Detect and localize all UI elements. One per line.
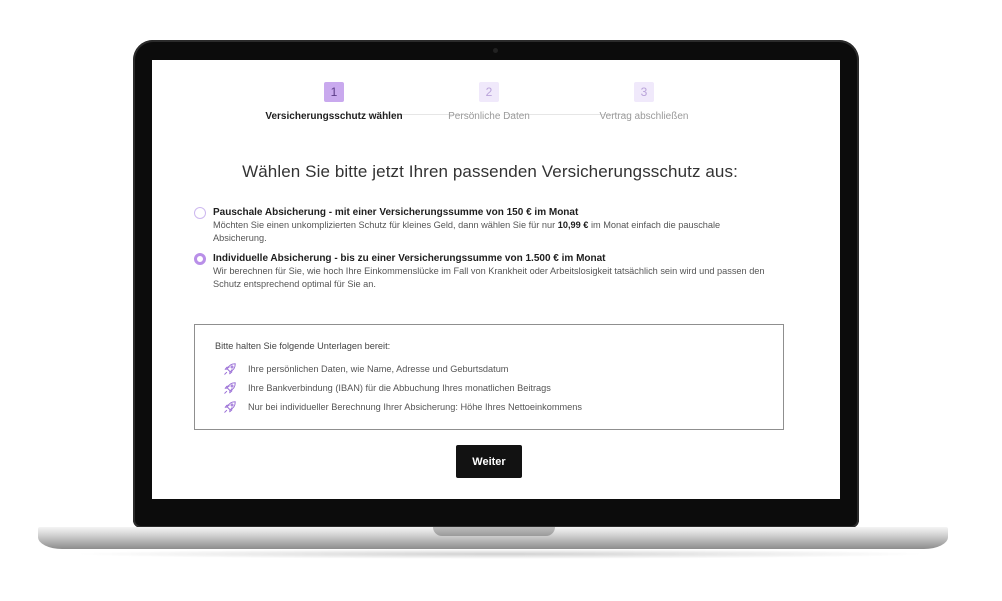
step-number: 3 (634, 82, 654, 102)
rocket-icon (224, 382, 236, 394)
webcam-icon (493, 48, 498, 53)
step-label: Vertrag abschließen (599, 111, 689, 122)
step-1: 1 Versicherungsschutz wählen (244, 82, 424, 122)
step-number: 2 (479, 82, 499, 102)
document-requirement: Ihre persönlichen Daten, wie Name, Adres… (248, 364, 509, 374)
price-highlight: 10,99 € (557, 220, 589, 230)
step-label: Versicherungsschutz wählen (265, 111, 403, 122)
documents-list: Ihre persönlichen Daten, wie Name, Adres… (223, 362, 582, 419)
list-item: Ihre Bankverbindung (IBAN) für die Abbuc… (223, 381, 582, 400)
list-item: Ihre persönlichen Daten, wie Name, Adres… (223, 362, 582, 381)
progress-stepper: 1 Versicherungsschutz wählen 2 Persönlic… (152, 82, 840, 132)
option-title: Individuelle Absicherung - bis zu einer … (213, 253, 606, 264)
step-label: Persönliche Daten (448, 111, 530, 122)
page-title: Wählen Sie bitte jetzt Ihren passenden V… (242, 162, 738, 181)
option-description: Möchten Sie einen unkomplizierten Schutz… (213, 220, 721, 243)
option-description: Wir berechnen für Sie, wie hoch Ihre Ein… (213, 266, 765, 289)
radio-button[interactable] (194, 207, 206, 219)
laptop-notch (433, 527, 555, 536)
step-3: 3 Vertrag abschließen (554, 82, 734, 122)
laptop-shadow (70, 549, 930, 559)
step-2: 2 Persönliche Daten (399, 82, 579, 122)
rocket-icon (224, 401, 236, 413)
laptop-screen: 1 Versicherungsschutz wählen 2 Persönlic… (152, 60, 840, 499)
step-number: 1 (324, 82, 344, 102)
radio-button-selected[interactable] (194, 253, 206, 265)
list-item: Nur bei individueller Berechnung Ihrer A… (223, 400, 582, 419)
documents-box: Bitte halten Sie folgende Unterlagen ber… (194, 324, 784, 430)
option-title: Pauschale Absicherung - mit einer Versic… (213, 207, 579, 218)
weiter-button[interactable]: Weiter (456, 445, 522, 478)
document-requirement: Ihre Bankverbindung (IBAN) für die Abbuc… (248, 383, 551, 393)
document-requirement: Nur bei individueller Berechnung Ihrer A… (248, 402, 582, 412)
documents-intro: Bitte halten Sie folgende Unterlagen ber… (215, 341, 391, 351)
rocket-icon (224, 363, 236, 375)
